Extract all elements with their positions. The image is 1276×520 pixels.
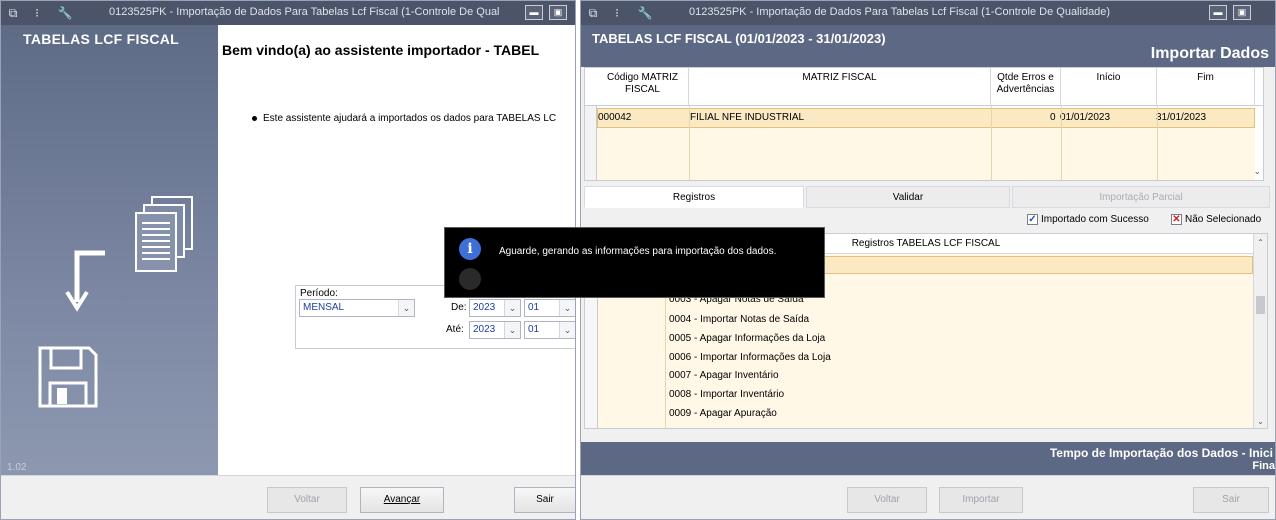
legend-sucesso-label: Importado com Sucesso <box>1041 214 1149 226</box>
button-bar-separator <box>581 475 1275 476</box>
col-matriz[interactable]: MATRIZ FISCAL <box>689 68 991 105</box>
header-subtitle: Importar Dados <box>1150 45 1269 62</box>
wizard-description: Este assistente ajudará a importados os … <box>252 113 556 124</box>
legend-nao-selecionado[interactable]: ✕ Não Selecionado <box>1171 214 1261 225</box>
ate-month-select[interactable]: 01 ⌄ <box>524 321 575 339</box>
wait-dialog: i Aguarde, gerando as informações para i… <box>444 227 825 298</box>
scroll-thumb[interactable] <box>1256 296 1265 314</box>
checkbox-checked-icon[interactable]: ✓ <box>1027 214 1038 225</box>
periodo-type-value: MENSAL <box>303 302 345 313</box>
title-bar: ⧉ ⁝ 🔧 0123525PK - Importação de Dados Pa… <box>581 1 1275 25</box>
sair-button[interactable]: Sair <box>1193 487 1269 513</box>
col-inicio[interactable]: Início <box>1061 68 1157 105</box>
title-bar: ⧉ ⁝ 🔧 0123525PK - Importação de Dados Pa… <box>1 1 575 25</box>
traffic-light-icon[interactable]: ⁝ <box>29 5 45 21</box>
sair-button[interactable]: Sair <box>514 487 575 513</box>
chevron-down-icon[interactable]: ⌄ <box>559 300 575 316</box>
voltar-button[interactable]: Voltar <box>847 487 927 513</box>
avancar-label: Avançar <box>383 494 421 505</box>
app-menu-icon[interactable]: ⧉ <box>5 5 21 21</box>
import-time-footer: Tempo de Importação dos Dados - Inici Fi… <box>581 442 1275 475</box>
ate-year-value: 2023 <box>473 324 496 335</box>
checkbox-x-icon[interactable]: ✕ <box>1171 214 1182 225</box>
col-fim[interactable]: Fim <box>1157 68 1255 105</box>
bullet-icon <box>252 115 257 121</box>
minimize-icon[interactable]: ▬ <box>525 5 543 20</box>
tab-strip: Registros Validar Importação Parcial <box>584 186 1270 208</box>
info-icon: i <box>459 238 481 260</box>
maximize-icon[interactable]: ▣ <box>549 5 567 20</box>
cell-inicio: 01/01/2023 <box>1060 112 1111 123</box>
list-item[interactable]: 0005 - Apagar Informações da Loja <box>669 333 825 344</box>
header-title: TABELAS LCF FISCAL (01/01/2023 - 31/01/2… <box>592 31 886 46</box>
footer-line-2: Fina <box>1252 460 1275 472</box>
grid-divider <box>1061 106 1062 180</box>
grid-divider <box>991 106 992 180</box>
footer-line-1: Tempo de Importação dos Dados - Inici <box>1049 446 1273 460</box>
grid-divider <box>1157 106 1158 180</box>
legend-nao-selecionado-label: Não Selecionado <box>1185 214 1262 226</box>
legend-sucesso[interactable]: ✓ Importado com Sucesso <box>1027 214 1149 225</box>
chevron-down-icon[interactable]: ⌄ <box>398 300 414 316</box>
grid-header: Código MATRIZ FISCAL MATRIZ FISCAL Qtde … <box>585 68 1263 106</box>
minimize-icon[interactable]: ▬ <box>1209 5 1227 20</box>
documents-icon <box>135 196 193 272</box>
wizard-title: Bem vindo(a) ao assistente importador - … <box>222 42 540 58</box>
chevron-down-icon[interactable]: ⌄ <box>559 322 575 338</box>
info-icon-shadow <box>459 268 481 290</box>
vertical-scrollbar[interactable]: ⌃ ⌄ <box>1253 234 1267 428</box>
dialog-message: Aguarde, gerando as informações para imp… <box>499 246 777 257</box>
grid-divider <box>689 106 690 180</box>
tab-importacao-parcial[interactable]: Importação Parcial <box>1012 186 1270 208</box>
wrench-icon[interactable]: 🔧 <box>637 5 653 21</box>
de-month-select[interactable]: 01 ⌄ <box>524 299 575 317</box>
wrench-icon[interactable]: 🔧 <box>57 5 73 21</box>
cell-matriz: FILIAL NFE INDUSTRIAL <box>690 112 805 123</box>
de-year-value: 2023 <box>473 302 496 313</box>
side-title: TABELAS LCF FISCAL <box>23 31 180 47</box>
cell-fim: 31/01/2023 <box>1156 112 1207 123</box>
tab-validar[interactable]: Validar <box>806 186 1010 208</box>
list-item[interactable]: 0006 - Importar Informações da Loja <box>669 352 831 363</box>
de-label: De: <box>451 302 467 313</box>
de-year-select[interactable]: 2023 ⌄ <box>469 299 521 317</box>
ate-label: Até: <box>446 324 464 335</box>
ate-month-value: 01 <box>528 324 540 335</box>
version-label: 1.02 <box>7 462 27 473</box>
wizard-side-panel: TABELAS LCF FISCAL 1.02 <box>1 25 218 475</box>
window-title: 0123525PK - Importação de Dados Para Tab… <box>689 6 1111 18</box>
cell-qtde: 0 <box>1050 112 1056 123</box>
scroll-up-icon[interactable]: ⌃ <box>1254 238 1267 247</box>
chevron-down-icon[interactable]: ⌄ <box>504 300 520 316</box>
window-title: 0123525PK - Importação de Dados Para Tab… <box>109 6 499 18</box>
traffic-light-icon[interactable]: ⁝ <box>609 5 625 21</box>
floppy-disk-icon <box>38 346 98 408</box>
list-item[interactable]: 0009 - Apagar Apuração <box>669 408 777 419</box>
arrow-down-left-icon <box>65 250 105 312</box>
button-bar-separator <box>1 475 575 476</box>
wizard-description-text: Este assistente ajudará a importados os … <box>263 113 557 124</box>
app-menu-icon[interactable]: ⧉ <box>585 5 601 21</box>
scroll-down-icon[interactable]: ⌄ <box>1253 166 1261 177</box>
col-codigo[interactable]: Código MATRIZ FISCAL <box>597 68 689 105</box>
voltar-button[interactable]: Voltar <box>267 487 347 513</box>
list-item[interactable]: 0007 - Apagar Inventário <box>669 370 779 381</box>
ate-year-select[interactable]: 2023 ⌄ <box>469 321 521 339</box>
chevron-down-icon[interactable]: ⌄ <box>504 322 520 338</box>
avancar-button[interactable]: Avançar <box>360 487 444 513</box>
list-item[interactable]: 0004 - Importar Notas de Saída <box>669 314 809 325</box>
col-qtde[interactable]: Qtde Erros e Advertências <box>991 68 1061 105</box>
importar-button[interactable]: Importar <box>939 487 1023 513</box>
periodo-type-select[interactable]: MENSAL ⌄ <box>299 299 415 317</box>
row-selector[interactable] <box>585 106 597 180</box>
de-month-value: 01 <box>528 302 540 313</box>
list-item[interactable]: 0008 - Importar Inventário <box>669 389 784 400</box>
maximize-icon[interactable]: ▣ <box>1233 5 1251 20</box>
matriz-grid: Código MATRIZ FISCAL MATRIZ FISCAL Qtde … <box>584 67 1264 181</box>
import-header: TABELAS LCF FISCAL (01/01/2023 - 31/01/2… <box>581 25 1275 67</box>
cell-codigo: 000042 <box>598 112 632 123</box>
tab-registros[interactable]: Registros <box>584 186 804 208</box>
periodo-label: Período: <box>300 288 338 299</box>
scroll-down-icon[interactable]: ⌄ <box>1254 417 1267 426</box>
